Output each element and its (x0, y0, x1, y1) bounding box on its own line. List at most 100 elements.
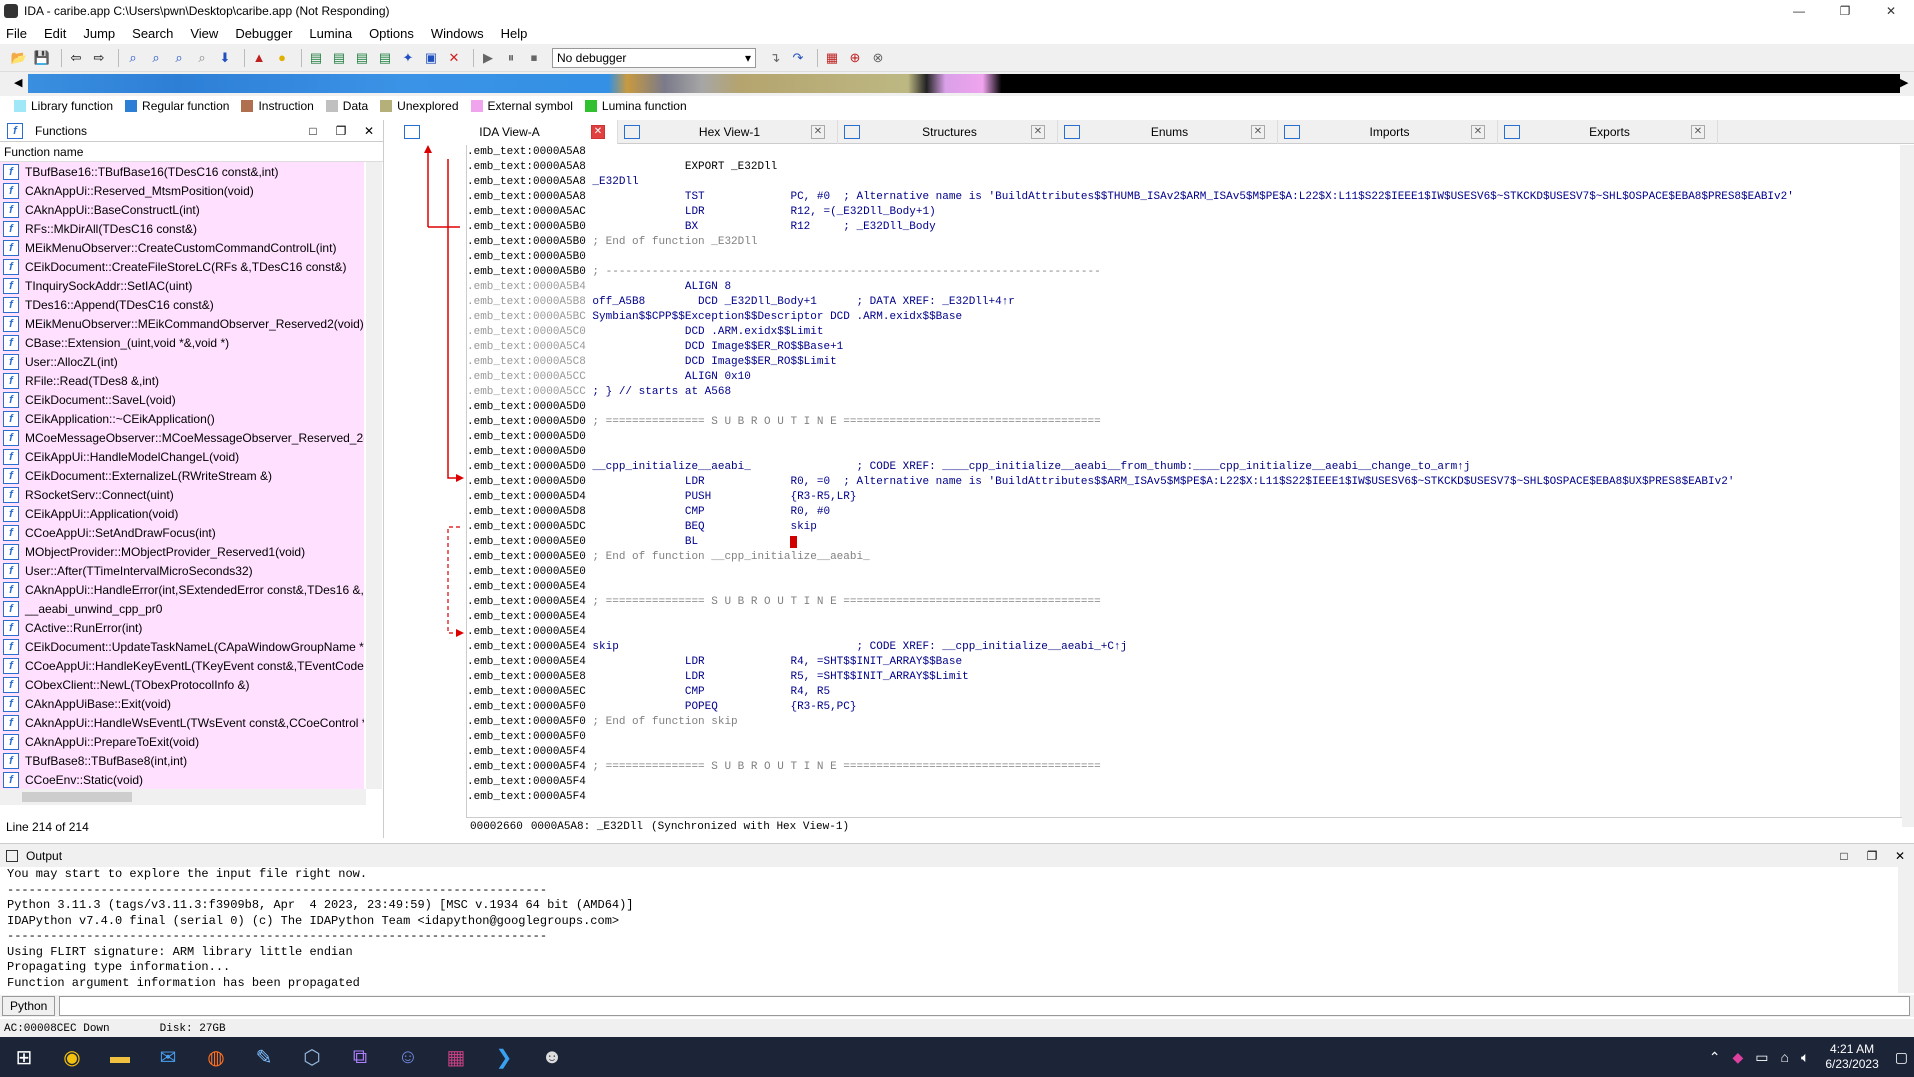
tab-imports[interactable]: Imports ✕ (1278, 120, 1498, 144)
function-list-item[interactable]: f MEikMenuObserver::CreateCustomCommandCo… (0, 238, 364, 257)
pane-close-icon[interactable]: ✕ (355, 124, 383, 138)
function-list-item[interactable]: f CObexClient::NewL(TObexProtocolInfo &) (0, 675, 364, 694)
volume-icon[interactable]: 🔈︎ (1801, 1049, 1809, 1066)
function-list-item[interactable]: f CEikDocument::UpdateTaskNameL(CApaWindo… (0, 637, 364, 656)
functions-vertical-scrollbar[interactable] (366, 162, 382, 789)
function-list-item[interactable]: f MObjectProvider::MObjectProvider_Reserv… (0, 542, 364, 561)
function-list-item[interactable]: f CAknAppUi::BaseConstructL(int) (0, 200, 364, 219)
function-list-item[interactable]: f CCoeEnv::Static(void) (0, 770, 364, 789)
function-list-item[interactable]: f CEikApplication::~CEikApplication() (0, 409, 364, 428)
disasm-line[interactable]: .emb_text:0000A5E4 ; =============== S U… (467, 595, 1902, 610)
function-list-item[interactable]: f TBufBase16::TBufBase16(TDesC16 const&,i… (0, 162, 364, 181)
tray-app-icon[interactable]: ◆ (1732, 1049, 1743, 1066)
tab-ida-view-a[interactable]: IDA View-A ✕ (398, 120, 618, 144)
python-button[interactable]: Python (2, 996, 56, 1016)
run-icon[interactable]: ▶ (479, 49, 497, 67)
step-into-icon[interactable]: ↴ (766, 49, 784, 67)
tab-close-icon[interactable]: ✕ (811, 125, 825, 139)
disasm-line[interactable]: .emb_text:0000A5DC BEQ skip (467, 520, 1902, 535)
function-name-column[interactable]: Function name (0, 142, 383, 162)
tab-structures[interactable]: Structures ✕ (838, 120, 1058, 144)
function-list-item[interactable]: f RFile::Read(TDes8 &,int) (0, 371, 364, 390)
disasm-line[interactable]: .emb_text:0000A5AC LDR R12, =(_E32Dll_Bo… (467, 205, 1902, 220)
array-icon[interactable]: ▤ (376, 49, 394, 67)
disasm-line[interactable]: .emb_text:0000A5D0 ; =============== S U… (467, 415, 1902, 430)
tab-close-icon[interactable]: ✕ (1471, 125, 1485, 139)
menu-file[interactable]: File (6, 26, 27, 41)
function-list-item[interactable]: f CCoeAppUi::SetAndDrawFocus(int) (0, 523, 364, 542)
disasm-line[interactable]: .emb_text:0000A5E0 ; End of function __c… (467, 550, 1902, 565)
debugger-select[interactable]: No debugger (552, 47, 756, 68)
pane-restore-icon[interactable]: ❐ (327, 124, 355, 138)
breakpoint-delete-icon[interactable]: ⊗ (869, 49, 887, 67)
disasm-line[interactable]: .emb_text:0000A5F0 (467, 730, 1902, 745)
disasm-line[interactable]: .emb_text:0000A5A8 TST PC, #0 ; Alternat… (467, 190, 1902, 205)
function-list-item[interactable]: f CCoeAppUi::HandleKeyEventL(TKeyEvent co… (0, 656, 364, 675)
disasm-line[interactable]: .emb_text:0000A5D4 PUSH {R3-R5,LR} (467, 490, 1902, 505)
function-list-item[interactable]: f __aeabi_unwind_cpp_pr0 (0, 599, 364, 618)
disasm-line[interactable]: .emb_text:0000A5E4 LDR R4, =SHT$$INIT_AR… (467, 655, 1902, 670)
function-list-item[interactable]: f CEikAppUi::Application(void) (0, 504, 364, 523)
disasm-line[interactable]: .emb_text:0000A5D0 (467, 400, 1902, 415)
function-list-item[interactable]: f TDes16::Append(TDesC16 const&) (0, 295, 364, 314)
tab-hex-view-1[interactable]: Hex View-1 ✕ (618, 120, 838, 144)
string-icon[interactable]: ▤ (353, 49, 371, 67)
function-list-item[interactable]: f MEikMenuObserver::MEikCommandObserver_R… (0, 314, 364, 333)
function-list-item[interactable]: f CAknAppUi::HandleError(int,SExtendedErr… (0, 580, 364, 599)
disasm-line[interactable]: .emb_text:0000A5E4 skip ; CODE XREF: __c… (467, 640, 1902, 655)
disasm-line[interactable]: .emb_text:0000A5C4 DCD Image$$ER_RO$$Bas… (467, 340, 1902, 355)
function-list-item[interactable]: f User::AllocZL(int) (0, 352, 364, 371)
function-list-item[interactable]: f CAknAppUi::PrepareToExit(void) (0, 732, 364, 751)
disasm-line[interactable]: .emb_text:0000A5F0 POPEQ {R3-R5,PC} (467, 700, 1902, 715)
tab-enums[interactable]: Enums ✕ (1058, 120, 1278, 144)
chrome-icon[interactable]: ◉ (48, 1037, 96, 1077)
function-list-item[interactable]: f RSocketServ::Connect(uint) (0, 485, 364, 504)
search-text-icon[interactable]: ⌕ (124, 49, 142, 67)
breakpoint-add-icon[interactable]: ⊕ (846, 49, 864, 67)
output-float-icon[interactable]: □ (1830, 849, 1858, 863)
disasm-line[interactable]: .emb_text:0000A5E0 (467, 565, 1902, 580)
disasm-line[interactable]: .emb_text:0000A5D0 (467, 430, 1902, 445)
menu-edit[interactable]: Edit (44, 26, 66, 41)
disasm-line[interactable]: .emb_text:0000A5A8 _E32Dll (467, 175, 1902, 190)
pause-icon[interactable]: ⏸ (502, 49, 520, 67)
disasm-line[interactable]: .emb_text:0000A5E4 (467, 625, 1902, 640)
disasm-line[interactable]: .emb_text:0000A5F4 (467, 745, 1902, 760)
menu-help[interactable]: Help (501, 26, 528, 41)
disasm-line[interactable]: .emb_text:0000A5E8 LDR R5, =SHT$$INIT_AR… (467, 670, 1902, 685)
function-list-item[interactable]: f CBase::Extension_(uint,void *&,void *) (0, 333, 364, 352)
disasm-line[interactable]: .emb_text:0000A5D0 LDR R0, =0 ; Alternat… (467, 475, 1902, 490)
firefox-icon[interactable]: ◍ (192, 1037, 240, 1077)
tab-close-icon[interactable]: ✕ (1031, 125, 1045, 139)
offset-icon[interactable]: ▣ (422, 49, 440, 67)
tab-close-icon[interactable]: ✕ (591, 125, 605, 139)
disasm-line[interactable]: .emb_text:0000A5EC CMP R4, R5 (467, 685, 1902, 700)
lumina-icon[interactable]: ● (273, 49, 291, 67)
winrar-icon[interactable]: ▦ (432, 1037, 480, 1077)
pane-float-icon[interactable]: □ (299, 124, 327, 138)
menu-view[interactable]: View (190, 26, 218, 41)
disasm-line[interactable]: .emb_text:0000A5E4 (467, 610, 1902, 625)
windows-start-icon[interactable]: ⊞ (0, 1037, 48, 1077)
nav-left-arrow-icon[interactable]: ◀ (14, 76, 22, 89)
disasm-line[interactable]: .emb_text:0000A5B4 ALIGN 8 (467, 280, 1902, 295)
disasm-line[interactable]: .emb_text:0000A5F4 (467, 775, 1902, 790)
tab-close-icon[interactable]: ✕ (1251, 125, 1265, 139)
down-arrow-icon[interactable]: ⬇ (216, 49, 234, 67)
bl-target-highlight[interactable] (790, 536, 798, 548)
disasm-line[interactable]: .emb_text:0000A5D0 (467, 445, 1902, 460)
search-immediate-icon[interactable]: ⌕ (170, 49, 188, 67)
python-input[interactable] (59, 996, 1910, 1016)
menu-jump[interactable]: Jump (83, 26, 115, 41)
function-list-item[interactable]: f RFs::MkDirAll(TDesC16 const&) (0, 219, 364, 238)
clock[interactable]: 4:21 AM 6/23/2023 (1825, 1042, 1878, 1072)
menu-search[interactable]: Search (132, 26, 173, 41)
struct-icon[interactable]: ✦ (399, 49, 417, 67)
tray-display-icon[interactable]: ▭ (1755, 1049, 1768, 1066)
function-list-item[interactable]: f CAknAppUi::HandleWsEventL(TWsEvent cons… (0, 713, 364, 732)
function-icon[interactable]: ▲ (250, 49, 268, 67)
search-binary-icon[interactable]: ⌕ (147, 49, 165, 67)
ida-view-disassembly[interactable]: .emb_text:0000A5A8 .emb_text:0000A5A8 EXP… (466, 145, 1902, 817)
menu-options[interactable]: Options (369, 26, 414, 41)
function-list-item[interactable]: f CEikDocument::CreateFileStoreLC(RFs &,T… (0, 257, 364, 276)
